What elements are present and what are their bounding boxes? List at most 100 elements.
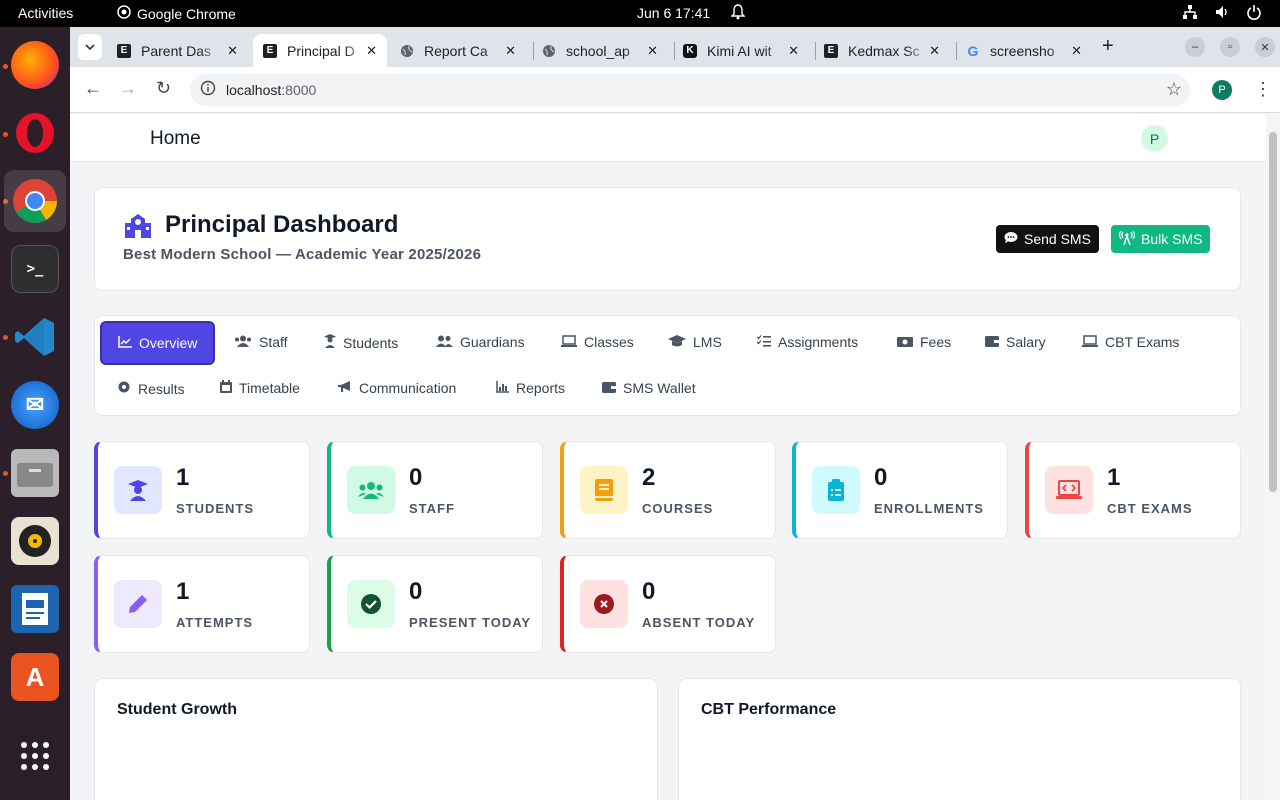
app-menu[interactable]: Google Chrome — [117, 5, 236, 22]
dock: >_ ✉ A — [0, 27, 70, 800]
close-tab-icon[interactable]: ✕ — [1071, 43, 1082, 59]
x-circle-icon — [580, 580, 628, 628]
tab-strip: E Parent Das ✕ E Principal D ✕ Report Ca… — [70, 27, 1280, 67]
tab-reports[interactable]: Reports — [496, 380, 565, 396]
site-info-icon[interactable] — [200, 80, 216, 99]
book-icon — [580, 466, 628, 514]
stat-label: STUDENTS — [176, 501, 255, 516]
profile-avatar[interactable]: P — [1212, 80, 1232, 100]
browser-tab[interactable]: E Parent Das ✕ — [107, 34, 248, 67]
address-bar[interactable]: localhost:8000 ☆ — [190, 74, 1190, 106]
tab-label: Fees — [920, 334, 952, 350]
stat-value: 2 — [642, 464, 656, 491]
tab-communication[interactable]: Communication — [338, 380, 456, 396]
activities-button[interactable]: Activities — [18, 5, 73, 21]
clock[interactable]: Jun 6 17:41 — [637, 5, 710, 21]
tab-search-button[interactable] — [78, 34, 102, 60]
laptop-icon — [561, 334, 577, 350]
browser-tab[interactable]: school_ap ✕ — [532, 34, 668, 67]
tab-classes[interactable]: Classes — [561, 334, 634, 350]
tab-label: CBT Exams — [1105, 334, 1180, 350]
header-title[interactable]: Home — [150, 128, 201, 150]
send-sms-label: Send SMS — [1024, 231, 1091, 247]
scrollbar-thumb[interactable] — [1269, 132, 1277, 492]
page-scrollbar[interactable] — [1266, 114, 1280, 800]
browser-tab[interactable]: K Kimi AI wit ✕ — [673, 34, 809, 67]
tab-assignments[interactable]: Assignments — [756, 334, 858, 350]
clipboard-icon — [812, 466, 860, 514]
close-tab-icon[interactable]: ✕ — [647, 43, 658, 59]
tab-title: Kimi AI wit — [707, 42, 772, 59]
tab-overview[interactable]: Overview — [100, 321, 216, 365]
files-icon[interactable] — [11, 449, 59, 497]
stat-label: ATTEMPTS — [176, 615, 254, 630]
stat-card-courses[interactable]: 2 COURSES — [560, 441, 776, 539]
close-tab-icon[interactable]: ✕ — [366, 43, 377, 59]
running-indicator — [3, 335, 8, 340]
tab-staff[interactable]: Staff — [234, 334, 288, 350]
tab-cbt-exams[interactable]: CBT Exams — [1082, 334, 1179, 350]
tab-sms-wallet[interactable]: SMS Wallet — [602, 380, 696, 396]
close-tab-icon[interactable]: ✕ — [505, 43, 516, 59]
tab-label: Staff — [259, 334, 288, 350]
vscode-icon[interactable] — [11, 313, 59, 361]
close-tab-icon[interactable]: ✕ — [788, 43, 799, 59]
close-window-icon[interactable]: ✕ — [1255, 37, 1275, 57]
stat-card-present-today[interactable]: 0 PRESENT TODAY — [327, 555, 543, 653]
tab-fees[interactable]: Fees — [897, 334, 951, 350]
running-indicator — [3, 132, 8, 137]
browser-toolbar: ← → ↻ localhost:8000 ☆ P ⋮ — [70, 67, 1280, 113]
browser-tab-active[interactable]: E Principal D ✕ — [253, 34, 387, 67]
firefox-icon[interactable] — [11, 41, 59, 89]
stat-card-staff[interactable]: 0 STAFF — [327, 441, 543, 539]
terminal-icon[interactable]: >_ — [11, 245, 59, 293]
user-graduate-icon — [324, 334, 336, 351]
tab-students[interactable]: Students — [324, 334, 398, 351]
browser-tab[interactable]: Report Ca ✕ — [390, 34, 526, 67]
new-tab-icon[interactable]: + — [1102, 35, 1114, 58]
tab-timetable[interactable]: Timetable — [220, 380, 300, 396]
stat-card-cbt-exams[interactable]: 1 CBT EXAMS — [1025, 441, 1241, 539]
school-subtitle: Best Modern School — Academic Year 2025/… — [123, 246, 482, 263]
chrome-dock-icon[interactable] — [4, 170, 66, 232]
forward-icon[interactable]: → — [119, 78, 137, 99]
back-icon[interactable]: ← — [84, 78, 102, 99]
wallet-icon — [985, 334, 999, 350]
page-title: Principal Dashboard — [165, 211, 399, 238]
close-tab-icon[interactable]: ✕ — [227, 43, 238, 59]
app-header: Home P — [70, 114, 1266, 162]
tab-label: Results — [138, 380, 185, 397]
reload-icon[interactable]: ↻ — [156, 78, 171, 99]
stat-card-attempts[interactable]: 1 ATTEMPTS — [94, 555, 310, 653]
send-sms-button[interactable]: Send SMS — [996, 225, 1099, 253]
tab-results[interactable]: Results — [117, 380, 185, 397]
thunderbird-icon[interactable]: ✉ — [11, 381, 59, 429]
bookmark-star-icon[interactable]: ☆ — [1166, 79, 1182, 100]
close-tab-icon[interactable]: ✕ — [929, 43, 940, 59]
stat-card-students[interactable]: 1 STUDENTS — [94, 441, 310, 539]
tab-salary[interactable]: Salary — [985, 334, 1046, 350]
minimize-icon[interactable]: – — [1185, 37, 1205, 57]
student-growth-panel: Student Growth — [94, 678, 658, 800]
opera-icon[interactable] — [11, 109, 59, 157]
stat-card-enrollments[interactable]: 0 ENROLLMENTS — [792, 441, 1008, 539]
tab-lms[interactable]: LMS — [668, 334, 722, 350]
chrome-menu-icon[interactable]: ⋮ — [1254, 79, 1272, 100]
show-apps-icon[interactable] — [11, 732, 59, 780]
broadcast-tower-icon — [1118, 230, 1136, 248]
maximize-icon[interactable]: ▫ — [1220, 37, 1240, 57]
bulk-sms-button[interactable]: Bulk SMS — [1111, 225, 1211, 253]
browser-tab[interactable]: E Kedmax Sc ✕ — [814, 34, 950, 67]
rhythmbox-icon[interactable] — [11, 517, 59, 565]
tab-guardians[interactable]: Guardians — [436, 334, 525, 350]
laptop-code-icon — [1082, 334, 1098, 350]
tab-label: Students — [343, 334, 399, 351]
system-tray[interactable] — [1182, 4, 1262, 23]
tab-title: Parent Das — [141, 42, 212, 59]
writer-icon[interactable] — [11, 585, 59, 633]
user-avatar[interactable]: P — [1141, 125, 1168, 152]
browser-tab[interactable]: G screensho ✕ — [956, 34, 1092, 67]
tab-favicon-icon: E — [263, 43, 277, 58]
app-center-icon[interactable]: A — [11, 653, 59, 701]
stat-card-absent-today[interactable]: 0 ABSENT TODAY — [560, 555, 776, 653]
